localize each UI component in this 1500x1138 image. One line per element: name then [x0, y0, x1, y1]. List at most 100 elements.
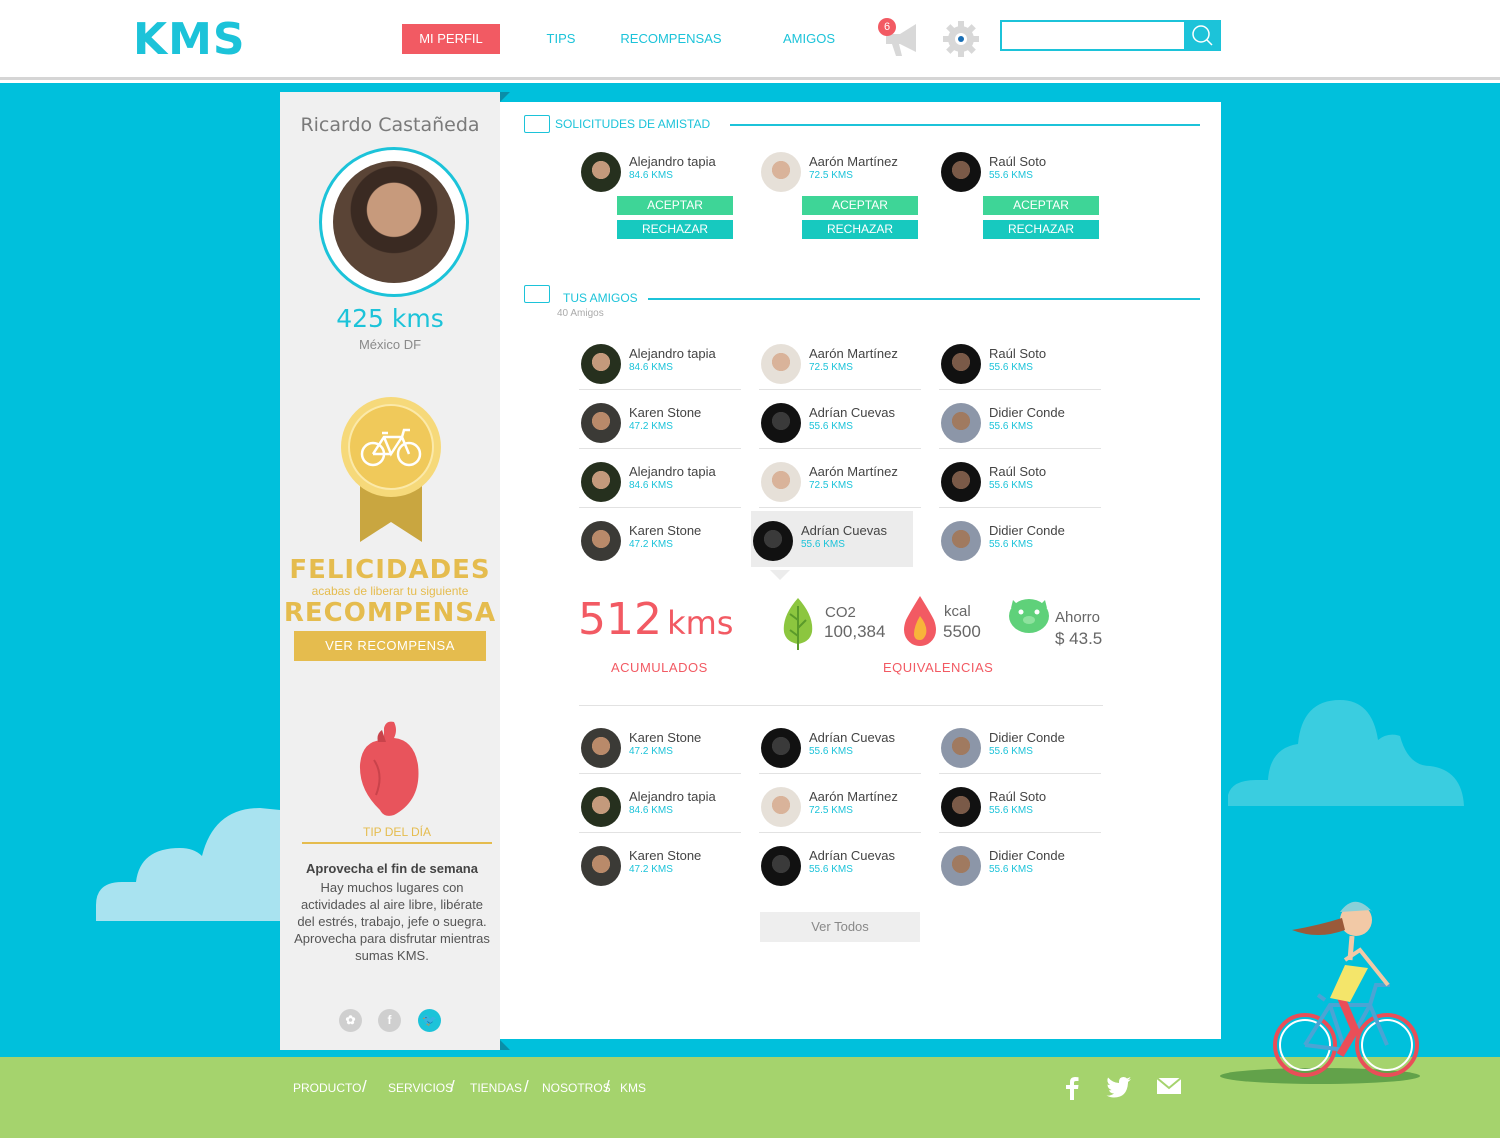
accept-button[interactable]: ACEPTAR [617, 196, 733, 215]
reject-button[interactable]: RECHAZAR [802, 220, 918, 239]
friend-item[interactable]: Didier Conde 55.6 KMS [939, 511, 1101, 567]
tip-title: Aprovecha el fin de semana [306, 861, 478, 876]
friend-item[interactable]: Raúl Soto 55.6 KMS [939, 452, 1101, 508]
friend-kms: 47.2 KMS [629, 864, 673, 875]
friend-avatar [581, 344, 621, 384]
search-input[interactable] [1000, 20, 1185, 51]
search-button[interactable] [1184, 20, 1221, 51]
friend-name: Adrían Cuevas [801, 523, 887, 538]
footer-separator: / [362, 1077, 367, 1096]
friend-item[interactable]: Raúl Soto 55.6 KMS [939, 334, 1101, 390]
accumulated-label: ACUMULADOS [611, 660, 708, 675]
friend-avatar [581, 462, 621, 502]
friend-item[interactable]: Adrían Cuevas 55.6 KMS [759, 836, 921, 892]
friend-kms: 55.6 KMS [809, 746, 853, 757]
accumulated-kms: 512 kms [578, 594, 733, 645]
friend-item[interactable]: Aarón Martínez 72.5 KMS [759, 777, 921, 833]
footer-link-nosotros[interactable]: NOSOTROS [542, 1081, 611, 1095]
friend-item[interactable]: Didier Conde 55.6 KMS [939, 836, 1101, 892]
kms-logo[interactable]: KMS [133, 14, 246, 65]
request-item[interactable]: Raúl Soto 55.6 KMS [939, 142, 1101, 198]
friend-item[interactable]: Karen Stone 47.2 KMS [579, 718, 741, 774]
friend-item[interactable]: Karen Stone 47.2 KMS [579, 836, 741, 892]
footer-link-tiendas[interactable]: TIENDAS [470, 1081, 522, 1095]
nav-amigos[interactable]: AMIGOS [773, 24, 845, 54]
friend-avatar [941, 521, 981, 561]
settings-button[interactable] [941, 19, 981, 59]
nav-tips[interactable]: TIPS [530, 24, 592, 54]
reject-button[interactable]: RECHAZAR [983, 220, 1099, 239]
profile-avatar-ring[interactable] [319, 147, 469, 297]
friend-item[interactable]: Karen Stone 47.2 KMS [579, 511, 741, 567]
friend-kms: 72.5 KMS [809, 362, 853, 373]
friend-name: Karen Stone [629, 730, 702, 745]
folder-icon [524, 115, 550, 133]
friend-item[interactable]: Aarón Martínez 72.5 KMS [759, 334, 921, 390]
friend-item[interactable]: Raúl Soto 55.6 KMS [939, 777, 1101, 833]
nav-mi-perfil[interactable]: MI PERFIL [402, 24, 500, 54]
notification-badge: 6 [878, 18, 896, 36]
leaf-icon [783, 598, 813, 650]
friend-avatar [581, 787, 621, 827]
co2-value: 100,384 [824, 622, 886, 641]
see-all-button[interactable]: Ver Todos [760, 912, 920, 942]
grass-footer [0, 1057, 1500, 1138]
notifications-button[interactable]: 6 [878, 18, 920, 60]
accept-button[interactable]: ACEPTAR [802, 196, 918, 215]
friend-kms: 47.2 KMS [629, 421, 673, 432]
bike-medal-icon [341, 397, 441, 542]
friend-name: Didier Conde [989, 405, 1065, 420]
friend-item[interactable]: Alejandro tapia 84.6 KMS [579, 334, 741, 390]
request-item[interactable]: Alejandro tapia 84.6 KMS [579, 142, 741, 198]
footer-link-servicios[interactable]: SERVICIOS [388, 1081, 453, 1095]
friend-item[interactable]: Adrían Cuevas 55.6 KMS [759, 718, 921, 774]
piggy-bank-icon [1009, 599, 1049, 633]
friends-title: TUS AMIGOS [563, 291, 638, 305]
friend-item[interactable]: Adrían Cuevas 55.6 KMS [759, 393, 921, 449]
friend-name: Adrían Cuevas [809, 730, 895, 745]
kms-value: 512 [578, 594, 662, 645]
friend-item[interactable]: Didier Conde 55.6 KMS [939, 393, 1101, 449]
friend-kms: 55.6 KMS [801, 539, 845, 550]
friend-name: Alejandro tapia [629, 154, 716, 169]
friend-item[interactable]: Aarón Martínez 72.5 KMS [759, 452, 921, 508]
twitter-icon[interactable]: 🐦 [418, 1009, 441, 1032]
co2-label: CO2 [825, 604, 856, 621]
profile-name: Ricardo Castañeda [300, 114, 480, 136]
reject-button[interactable]: RECHAZAR [617, 220, 733, 239]
friend-item[interactable]: Alejandro tapia 84.6 KMS [579, 777, 741, 833]
friend-kms: 55.6 KMS [989, 864, 1033, 875]
friend-avatar [941, 728, 981, 768]
friend-name: Aarón Martínez [809, 789, 898, 804]
friend-kms: 84.6 KMS [629, 805, 673, 816]
friend-kms: 47.2 KMS [629, 539, 673, 550]
friend-item[interactable]: Didier Conde 55.6 KMS [939, 718, 1101, 774]
friend-kms: 84.6 KMS [629, 362, 673, 373]
facebook-icon[interactable]: f [378, 1009, 401, 1032]
main-panel: SOLICITUDES DE AMISTAD Alejandro tapia 84… [500, 102, 1221, 1039]
friend-item[interactable]: Alejandro tapia 84.6 KMS [579, 452, 741, 508]
accept-button[interactable]: ACEPTAR [983, 196, 1099, 215]
view-reward-button[interactable]: VER RECOMPENSA [294, 631, 486, 661]
friend-name: Aarón Martínez [809, 464, 898, 479]
friend-avatar [941, 787, 981, 827]
friend-avatar [581, 403, 621, 443]
friend-item[interactable]: Karen Stone 47.2 KMS [579, 393, 741, 449]
friend-avatar [941, 344, 981, 384]
friend-kms: 55.6 KMS [989, 539, 1033, 550]
foursquare-icon[interactable]: ✿ [339, 1009, 362, 1032]
footer-link-kms[interactable]: KMS [620, 1081, 646, 1095]
friend-name: Raúl Soto [989, 154, 1047, 169]
mail-icon[interactable] [1156, 1076, 1182, 1096]
request-item[interactable]: Aarón Martínez 72.5 KMS [759, 142, 921, 198]
friends-divider [648, 298, 1200, 300]
reward-title: FELICIDADES [289, 555, 491, 585]
friend-kms: 55.6 KMS [989, 421, 1033, 432]
facebook-icon[interactable] [1064, 1076, 1080, 1100]
friend-name: Didier Conde [989, 523, 1065, 538]
twitter-icon[interactable] [1106, 1076, 1132, 1098]
friend-name: Didier Conde [989, 848, 1065, 863]
footer-link-producto[interactable]: PRODUCTO [293, 1081, 361, 1095]
nav-recompensas[interactable]: RECOMPENSAS [615, 24, 727, 54]
friend-item[interactable]: Adrían Cuevas 55.6 KMS [751, 511, 913, 567]
